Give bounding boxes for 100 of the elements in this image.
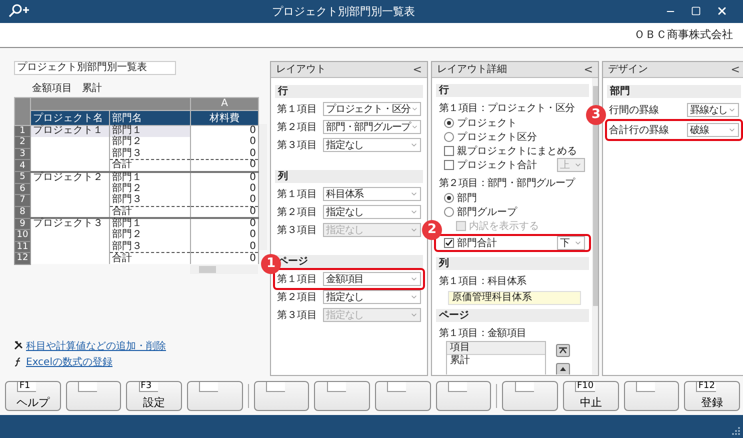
field-label: 第１項目	[277, 188, 317, 201]
dropdown[interactable]: 破線	[687, 122, 739, 137]
key-tag	[636, 382, 655, 392]
checkbox-label: 親プロジェクトにまとめる	[457, 144, 577, 158]
table-cell: プロジェクト２	[30, 172, 110, 184]
close-icon[interactable]	[716, 5, 728, 18]
table-cell: 部門３	[110, 148, 190, 160]
collapse-button[interactable]: <	[584, 62, 593, 76]
row-number: 9	[14, 218, 30, 230]
item-caption: 第１項目：科目体系	[439, 274, 528, 288]
function-key[interactable]	[314, 381, 370, 412]
radio-label: 部門グループ	[457, 206, 517, 219]
collapse-button[interactable]: <	[412, 62, 422, 76]
table-cell: 0	[190, 160, 258, 172]
field-label: 第３項目	[277, 138, 317, 152]
key-tag	[448, 382, 467, 392]
input-field[interactable]: 原価管理科目体系	[448, 290, 581, 305]
key-tag	[199, 382, 218, 392]
radio-button[interactable]	[444, 206, 454, 217]
caret-icon	[410, 122, 418, 131]
dropdown[interactable]: 指定なし	[323, 290, 421, 304]
function-key[interactable]: F10 中止	[562, 381, 619, 412]
scrollbar[interactable]	[592, 78, 598, 375]
list-box[interactable]: 項目 累計	[446, 340, 546, 375]
function-key[interactable]	[187, 381, 243, 412]
function-key[interactable]	[375, 381, 431, 412]
table-cell: 合計	[110, 252, 190, 264]
dropdown[interactable]: 科目体系	[323, 186, 421, 201]
callout-badge: 2	[422, 220, 442, 240]
table-cell: 0	[190, 194, 258, 206]
function-key[interactable]	[436, 381, 492, 412]
link[interactable]: Excelの数式の登録	[26, 354, 112, 369]
section-header: 行	[436, 84, 589, 97]
page-info: 金額項目 累計	[32, 82, 103, 95]
row-number: 6	[14, 183, 30, 195]
window-title: プロジェクト別部門別一覧表	[271, 4, 416, 19]
dropdown[interactable]: プロジェクト・区分	[323, 102, 421, 116]
scrollbar[interactable]	[190, 264, 258, 274]
function-key[interactable]: F3 設定	[126, 381, 182, 412]
table-cell: 0	[190, 183, 258, 195]
column-letter: A	[190, 97, 258, 110]
column-header: プロジェクト名	[30, 110, 110, 126]
function-key[interactable]	[254, 381, 310, 412]
dropdown[interactable]: 指定なし	[323, 138, 421, 152]
checkbox-label: 部門合計	[457, 236, 497, 250]
scrollbar[interactable]	[259, 124, 267, 250]
radio-button[interactable]	[444, 118, 454, 128]
table-cell: 部門２	[110, 183, 190, 195]
dropdown[interactable]: 指定なし	[323, 204, 421, 219]
panel-title: デザイン	[608, 63, 648, 76]
list-header: 項目	[447, 342, 545, 355]
field-label: 行間の罫線	[609, 104, 659, 117]
function-key[interactable]: F1 ヘルプ	[5, 381, 61, 412]
panel-title: レイアウト	[276, 63, 326, 76]
row-number: 4	[14, 160, 30, 172]
section-header: 列	[436, 256, 589, 270]
key-tag: F1	[17, 382, 36, 392]
key-tag	[387, 382, 406, 392]
checkbox[interactable]	[444, 160, 454, 170]
column-header: 部門名	[110, 110, 190, 126]
resize-grip-icon	[732, 427, 740, 435]
table-cell: 部門１	[110, 218, 190, 230]
move-up-icon	[560, 367, 566, 372]
table-cell: 部門２	[110, 136, 190, 148]
link[interactable]: 科目や計算値などの追加・削除	[26, 338, 166, 353]
move-top-button[interactable]	[556, 344, 570, 357]
dropdown[interactable]: 下	[557, 236, 585, 250]
key-tag	[326, 382, 346, 392]
checkbox[interactable]	[444, 146, 454, 156]
dropdown[interactable]: 罫線なし	[687, 102, 739, 117]
table-cell: 0	[190, 252, 258, 264]
radio-button[interactable]	[444, 192, 454, 203]
collapse-button[interactable]: <	[730, 62, 740, 76]
function-key[interactable]	[502, 381, 558, 412]
dropdown[interactable]: 部門・部門グループ	[323, 120, 421, 134]
table-cell: 0	[190, 172, 258, 184]
company-name: ＯＢＣ商事株式会社	[634, 27, 733, 42]
field-label: 第２項目	[277, 206, 317, 219]
table-cell: 0	[190, 230, 258, 242]
radio-label: 部門	[457, 192, 477, 205]
move-up-button[interactable]	[556, 362, 570, 375]
dropdown[interactable]: 金額項目	[323, 272, 421, 286]
report-title-field[interactable]: プロジェクト別部門別一覧表	[14, 60, 176, 75]
move-top-icon	[559, 346, 567, 354]
list-item[interactable]: 累計	[447, 354, 545, 367]
table-cell: 部門１	[110, 125, 190, 137]
field-label: 合計行の罫線	[609, 124, 669, 137]
field-label: 第１項目	[277, 272, 317, 286]
key-tag	[266, 382, 285, 392]
key-tag: F10	[575, 382, 595, 392]
checkbox[interactable]	[444, 238, 454, 248]
table-cell: 0	[190, 136, 258, 148]
item-caption: 第１項目：金額項目	[439, 326, 528, 340]
function-key[interactable]	[66, 381, 122, 412]
function-key[interactable]	[624, 381, 680, 412]
maximize-icon[interactable]	[691, 6, 701, 16]
radio-button[interactable]	[444, 132, 454, 142]
search-plus-icon	[8, 4, 30, 18]
field-label: 第３項目	[277, 308, 317, 322]
function-key[interactable]: F12 登録	[684, 381, 740, 412]
